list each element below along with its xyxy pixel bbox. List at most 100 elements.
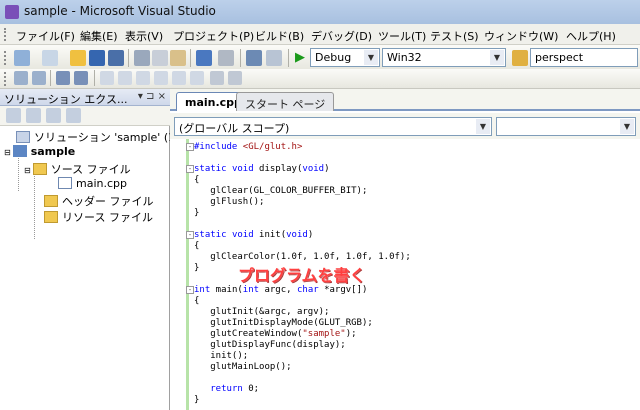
code-line: glFlush(); (194, 197, 265, 207)
navigate-forward-icon[interactable] (266, 50, 282, 66)
separator (50, 70, 51, 86)
next-bookmark-folder-icon[interactable] (172, 71, 186, 85)
document-tabs: main.cpp スタート ページ (170, 89, 640, 111)
show-all-files-icon[interactable] (26, 108, 41, 123)
save-all-icon[interactable] (108, 50, 124, 66)
navigate-backward-icon[interactable] (246, 50, 262, 66)
solution-explorer-title: ソリューション エクス... (4, 93, 128, 106)
find-combo[interactable]: perspect (530, 48, 638, 67)
comment-icon[interactable] (56, 71, 70, 85)
code-line: glutMainLoop(); (194, 362, 292, 372)
undo-icon[interactable] (196, 50, 212, 66)
visual-studio-icon (5, 5, 19, 19)
collapse-icon[interactable]: - (186, 143, 194, 151)
tree-item-label: main.cpp (76, 177, 127, 190)
collapse-icon[interactable]: - (186, 286, 194, 294)
tree-item-label: ヘッダー ファイル (62, 195, 154, 208)
navigation-bar: (グローバル スコープ) ▼ ▼ (170, 113, 640, 139)
menu-test[interactable]: テスト(S) (430, 28, 479, 44)
decrease-indent-icon[interactable] (14, 71, 28, 85)
tree-item-resource-files[interactable]: リソース ファイル (44, 209, 153, 225)
start-debugging-icon[interactable]: ▶ (292, 50, 308, 66)
project-icon (12, 145, 27, 157)
grip-icon (4, 51, 7, 65)
grip-icon (4, 72, 7, 86)
clear-bookmarks-icon[interactable] (190, 71, 204, 85)
panel-controls[interactable]: ▾ ⊐ × (138, 91, 166, 102)
menu-debug[interactable]: デバッグ(D) (311, 28, 372, 44)
code-line: static void display(void) (194, 164, 330, 174)
open-icon[interactable] (70, 50, 86, 66)
grip-icon (4, 28, 7, 41)
chevron-down-icon: ▼ (476, 119, 490, 134)
tree-item-header-files[interactable]: ヘッダー ファイル (44, 193, 154, 209)
platform-select[interactable]: Win32 ▼ (382, 48, 506, 67)
member-select[interactable]: ▼ (496, 117, 636, 136)
menu-project[interactable]: プロジェクト(P) (173, 28, 254, 44)
code-line: glutDisplayFunc(display); (194, 340, 346, 350)
tab-start-page[interactable]: スタート ページ (236, 92, 335, 111)
code-line: } (194, 263, 200, 273)
copy-icon[interactable] (152, 50, 168, 66)
tree-item-main-cpp[interactable]: main.cpp (58, 177, 127, 193)
menu-build[interactable]: ビルド(B) (255, 28, 304, 44)
change-margin (186, 139, 189, 410)
scope-select[interactable]: (グローバル スコープ) ▼ (174, 117, 492, 136)
collapse-icon[interactable]: - (186, 231, 194, 239)
code-editor-area: main.cpp スタート ページ (グローバル スコープ) ▼ ▼ - #inc… (170, 89, 640, 410)
menu-window[interactable]: ウィンドウ(W) (484, 28, 558, 44)
cut-icon[interactable] (134, 50, 150, 66)
code-line: { (194, 296, 200, 306)
solution-explorer-header: ソリューション エクス... ▾ ⊐ × (0, 89, 170, 106)
collapse-icon[interactable]: - (186, 165, 194, 173)
configuration-select[interactable]: Debug ▼ (310, 48, 380, 67)
previous-bookmark-icon[interactable] (118, 71, 132, 85)
tree-item-label: ソース ファイル (50, 163, 131, 176)
separator (94, 70, 95, 86)
uncomment-icon[interactable] (74, 71, 88, 85)
folder-icon (44, 211, 58, 223)
chevron-down-icon: ▼ (620, 119, 634, 134)
chevron-down-icon: ▼ (364, 50, 378, 65)
save-icon[interactable] (89, 50, 105, 66)
solution-explorer: ソリューション エクス... ▾ ⊐ × ソリューション 'sample' (1… (0, 89, 201, 410)
standard-toolbar: ▶ Debug ▼ Win32 ▼ perspect (0, 45, 640, 71)
tree-item-label: リソース ファイル (62, 211, 153, 224)
next-bookmark-icon[interactable] (136, 71, 150, 85)
tree-item-source-files[interactable]: ⊟ ソース ファイル (24, 161, 131, 177)
code-line: } (194, 208, 200, 218)
cpp-file-icon (58, 177, 72, 189)
find-value: perspect (535, 51, 584, 64)
menu-tools[interactable]: ツール(T) (378, 28, 426, 44)
bookmark-window-icon[interactable] (210, 71, 224, 85)
code-line: { (194, 175, 200, 185)
toolbar-options-icon[interactable] (228, 71, 242, 85)
paste-icon[interactable] (170, 50, 186, 66)
refresh-icon[interactable] (46, 108, 61, 123)
menu-edit[interactable]: 編集(E) (80, 28, 118, 44)
platform-value: Win32 (387, 51, 422, 64)
separator (240, 49, 241, 67)
find-in-files-icon[interactable] (512, 50, 528, 66)
chevron-down-icon: ▼ (490, 50, 504, 65)
menu-view[interactable]: 表示(V) (125, 28, 163, 44)
previous-bookmark-folder-icon[interactable] (154, 71, 168, 85)
redo-icon[interactable] (218, 50, 234, 66)
bookmark-icon[interactable] (100, 71, 114, 85)
window-title: sample - Microsoft Visual Studio (24, 4, 216, 18)
code-line: } (194, 395, 200, 405)
code-line: int main(int argc, char *argv[]) (194, 285, 368, 295)
configuration-value: Debug (315, 51, 352, 64)
view-class-diagram-icon[interactable] (66, 108, 81, 123)
new-project-icon[interactable] (14, 50, 30, 66)
menu-file[interactable]: ファイル(F) (16, 28, 75, 44)
properties-icon[interactable] (6, 108, 21, 123)
title-bar: sample - Microsoft Visual Studio (0, 0, 640, 24)
tree-item-project[interactable]: ⊟ sample (4, 145, 75, 161)
add-item-icon[interactable] (42, 50, 58, 66)
folder-icon (44, 195, 58, 207)
menu-help[interactable]: ヘルプ(H) (566, 28, 616, 44)
increase-indent-icon[interactable] (32, 71, 46, 85)
code-line: { (194, 241, 200, 251)
collapse-icon: ⊟ (24, 166, 31, 175)
